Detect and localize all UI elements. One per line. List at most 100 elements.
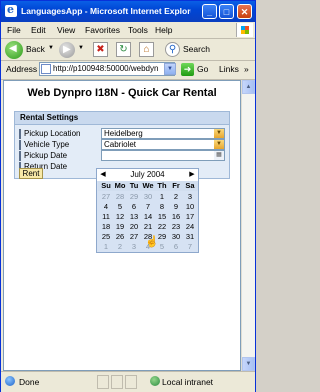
- calendar-day[interactable]: 29: [127, 192, 141, 202]
- calendar-day[interactable]: 10: [183, 202, 197, 212]
- calendar-day[interactable]: 30: [141, 192, 155, 202]
- links-label[interactable]: Links: [219, 64, 239, 74]
- calendar-day[interactable]: 13: [127, 212, 141, 222]
- standard-toolbar: Back ▼ ▼ ✖ ↻ ⌂ ⚲ Search: [1, 39, 255, 61]
- title-bar[interactable]: LanguagesApp - Microsoft Internet Explor…: [1, 1, 255, 22]
- status-pane: [97, 375, 109, 389]
- calendar-day[interactable]: 25: [99, 232, 113, 242]
- weekday-header: Su Mo Tu We Th Fr Sa: [98, 181, 198, 191]
- calendar-day[interactable]: 7: [183, 242, 197, 252]
- address-url: http://p100948:50000/webdyn: [53, 64, 159, 73]
- links-chevron-icon[interactable]: »: [244, 64, 249, 74]
- pickup-date-input[interactable]: ▦: [101, 150, 225, 161]
- calendar-day[interactable]: 22: [155, 222, 169, 232]
- back-arrow-icon[interactable]: [5, 41, 23, 59]
- vehicle-type-label: Vehicle Type: [24, 140, 70, 149]
- weekday-label: Tu: [129, 181, 139, 190]
- calendar-day[interactable]: 20: [127, 222, 141, 232]
- menu-tools[interactable]: Tools: [128, 25, 148, 35]
- calendar-day[interactable]: 5: [113, 202, 127, 212]
- calendar-day[interactable]: 2: [113, 242, 127, 252]
- vehicle-type-dropdown[interactable]: Cabriolet ▼: [101, 139, 225, 150]
- calendar-day[interactable]: 15: [155, 212, 169, 222]
- prev-month-icon[interactable]: ◀: [97, 169, 109, 181]
- calendar-day[interactable]: 21: [141, 222, 155, 232]
- calendar-icon[interactable]: ▦: [214, 151, 224, 160]
- go-arrow-icon[interactable]: ➜: [181, 63, 194, 76]
- calendar-day[interactable]: 23: [169, 222, 183, 232]
- menu-help[interactable]: Help: [155, 25, 172, 35]
- calendar-day[interactable]: 16: [169, 212, 183, 222]
- calendar-day[interactable]: 3: [127, 242, 141, 252]
- calendar-day[interactable]: 7: [141, 202, 155, 212]
- calendar-day[interactable]: 1: [99, 242, 113, 252]
- go-button-label[interactable]: Go: [197, 64, 208, 74]
- calendar-day[interactable]: 4: [99, 202, 113, 212]
- next-month-icon[interactable]: ▶: [186, 169, 198, 181]
- calendar-day[interactable]: 2: [169, 192, 183, 202]
- calendar-day[interactable]: 19: [113, 222, 127, 232]
- menu-favorites[interactable]: Favorites: [85, 25, 120, 35]
- address-input[interactable]: http://p100948:50000/webdyn: [39, 62, 175, 76]
- calendar-day[interactable]: 3: [183, 192, 197, 202]
- vehicle-type-value: Cabriolet: [104, 140, 137, 149]
- refresh-icon[interactable]: ↻: [116, 42, 131, 57]
- menu-edit[interactable]: Edit: [31, 25, 46, 35]
- page-icon: [41, 64, 51, 74]
- minimize-button[interactable]: _: [202, 4, 217, 19]
- menu-view[interactable]: View: [57, 25, 75, 35]
- close-button[interactable]: ✕: [237, 4, 252, 19]
- chevron-down-icon[interactable]: ▼: [214, 129, 224, 138]
- calendar-day[interactable]: 5: [155, 242, 169, 252]
- weekday-label: Sa: [185, 181, 195, 190]
- window-title: LanguagesApp - Microsoft Internet Explor…: [21, 6, 191, 16]
- calendar-day[interactable]: 28: [141, 232, 155, 242]
- calendar-day[interactable]: 1: [155, 192, 169, 202]
- calendar-day[interactable]: 27: [127, 232, 141, 242]
- address-label: Address: [6, 64, 38, 74]
- calendar-month-label: July 2004: [130, 170, 165, 179]
- security-zone-label: Local intranet: [162, 377, 214, 387]
- calendar-day[interactable]: 11: [99, 212, 113, 222]
- calendar-day[interactable]: 31: [183, 232, 197, 242]
- stop-icon[interactable]: ✖: [93, 42, 108, 57]
- weekday-label: Mo: [114, 181, 126, 190]
- calendar-day[interactable]: 4: [141, 242, 155, 252]
- calendar-day[interactable]: 6: [127, 202, 141, 212]
- search-button-label[interactable]: Search: [183, 44, 210, 54]
- calendar-day[interactable]: 18: [99, 222, 113, 232]
- vertical-scrollbar[interactable]: ▲ ▼: [241, 80, 255, 371]
- pickup-location-dropdown[interactable]: Heidelberg ▼: [101, 128, 225, 139]
- back-dropdown-icon[interactable]: ▼: [48, 45, 54, 51]
- scroll-down-button[interactable]: ▼: [242, 357, 255, 371]
- calendar-day[interactable]: 8: [155, 202, 169, 212]
- intranet-globe-icon: [150, 376, 160, 386]
- weekday-label: Fr: [172, 181, 180, 190]
- forward-arrow-icon[interactable]: [59, 42, 75, 58]
- calendar-day[interactable]: 26: [113, 232, 127, 242]
- home-icon[interactable]: ⌂: [139, 42, 154, 57]
- calendar-day[interactable]: 24: [183, 222, 197, 232]
- address-dropdown-button[interactable]: ▼: [164, 63, 176, 75]
- calendar-day[interactable]: 12: [113, 212, 127, 222]
- calendar-day[interactable]: 29: [155, 232, 169, 242]
- address-bar: Address http://p100948:50000/webdyn ▼ ➜ …: [1, 61, 255, 80]
- menu-file[interactable]: File: [7, 25, 21, 35]
- calendar-day[interactable]: 17: [183, 212, 197, 222]
- calendar-day[interactable]: 27: [99, 192, 113, 202]
- chevron-down-icon[interactable]: ▼: [214, 140, 224, 149]
- calendar-day[interactable]: 28: [113, 192, 127, 202]
- calendar-day[interactable]: 6: [169, 242, 183, 252]
- group-header: Rental Settings: [15, 112, 229, 125]
- forward-dropdown-icon[interactable]: ▼: [78, 45, 84, 51]
- maximize-button[interactable]: □: [219, 4, 234, 19]
- status-bar: Done Local intranet: [1, 371, 255, 392]
- calendar-day[interactable]: 9: [169, 202, 183, 212]
- rent-button[interactable]: Rent: [19, 168, 43, 179]
- calendar-day[interactable]: 14: [141, 212, 155, 222]
- back-button-label[interactable]: Back: [26, 44, 45, 54]
- search-icon[interactable]: ⚲: [165, 42, 180, 57]
- calendar-day[interactable]: 30: [169, 232, 183, 242]
- windows-logo-icon: [236, 23, 253, 37]
- scroll-up-button[interactable]: ▲: [242, 80, 255, 94]
